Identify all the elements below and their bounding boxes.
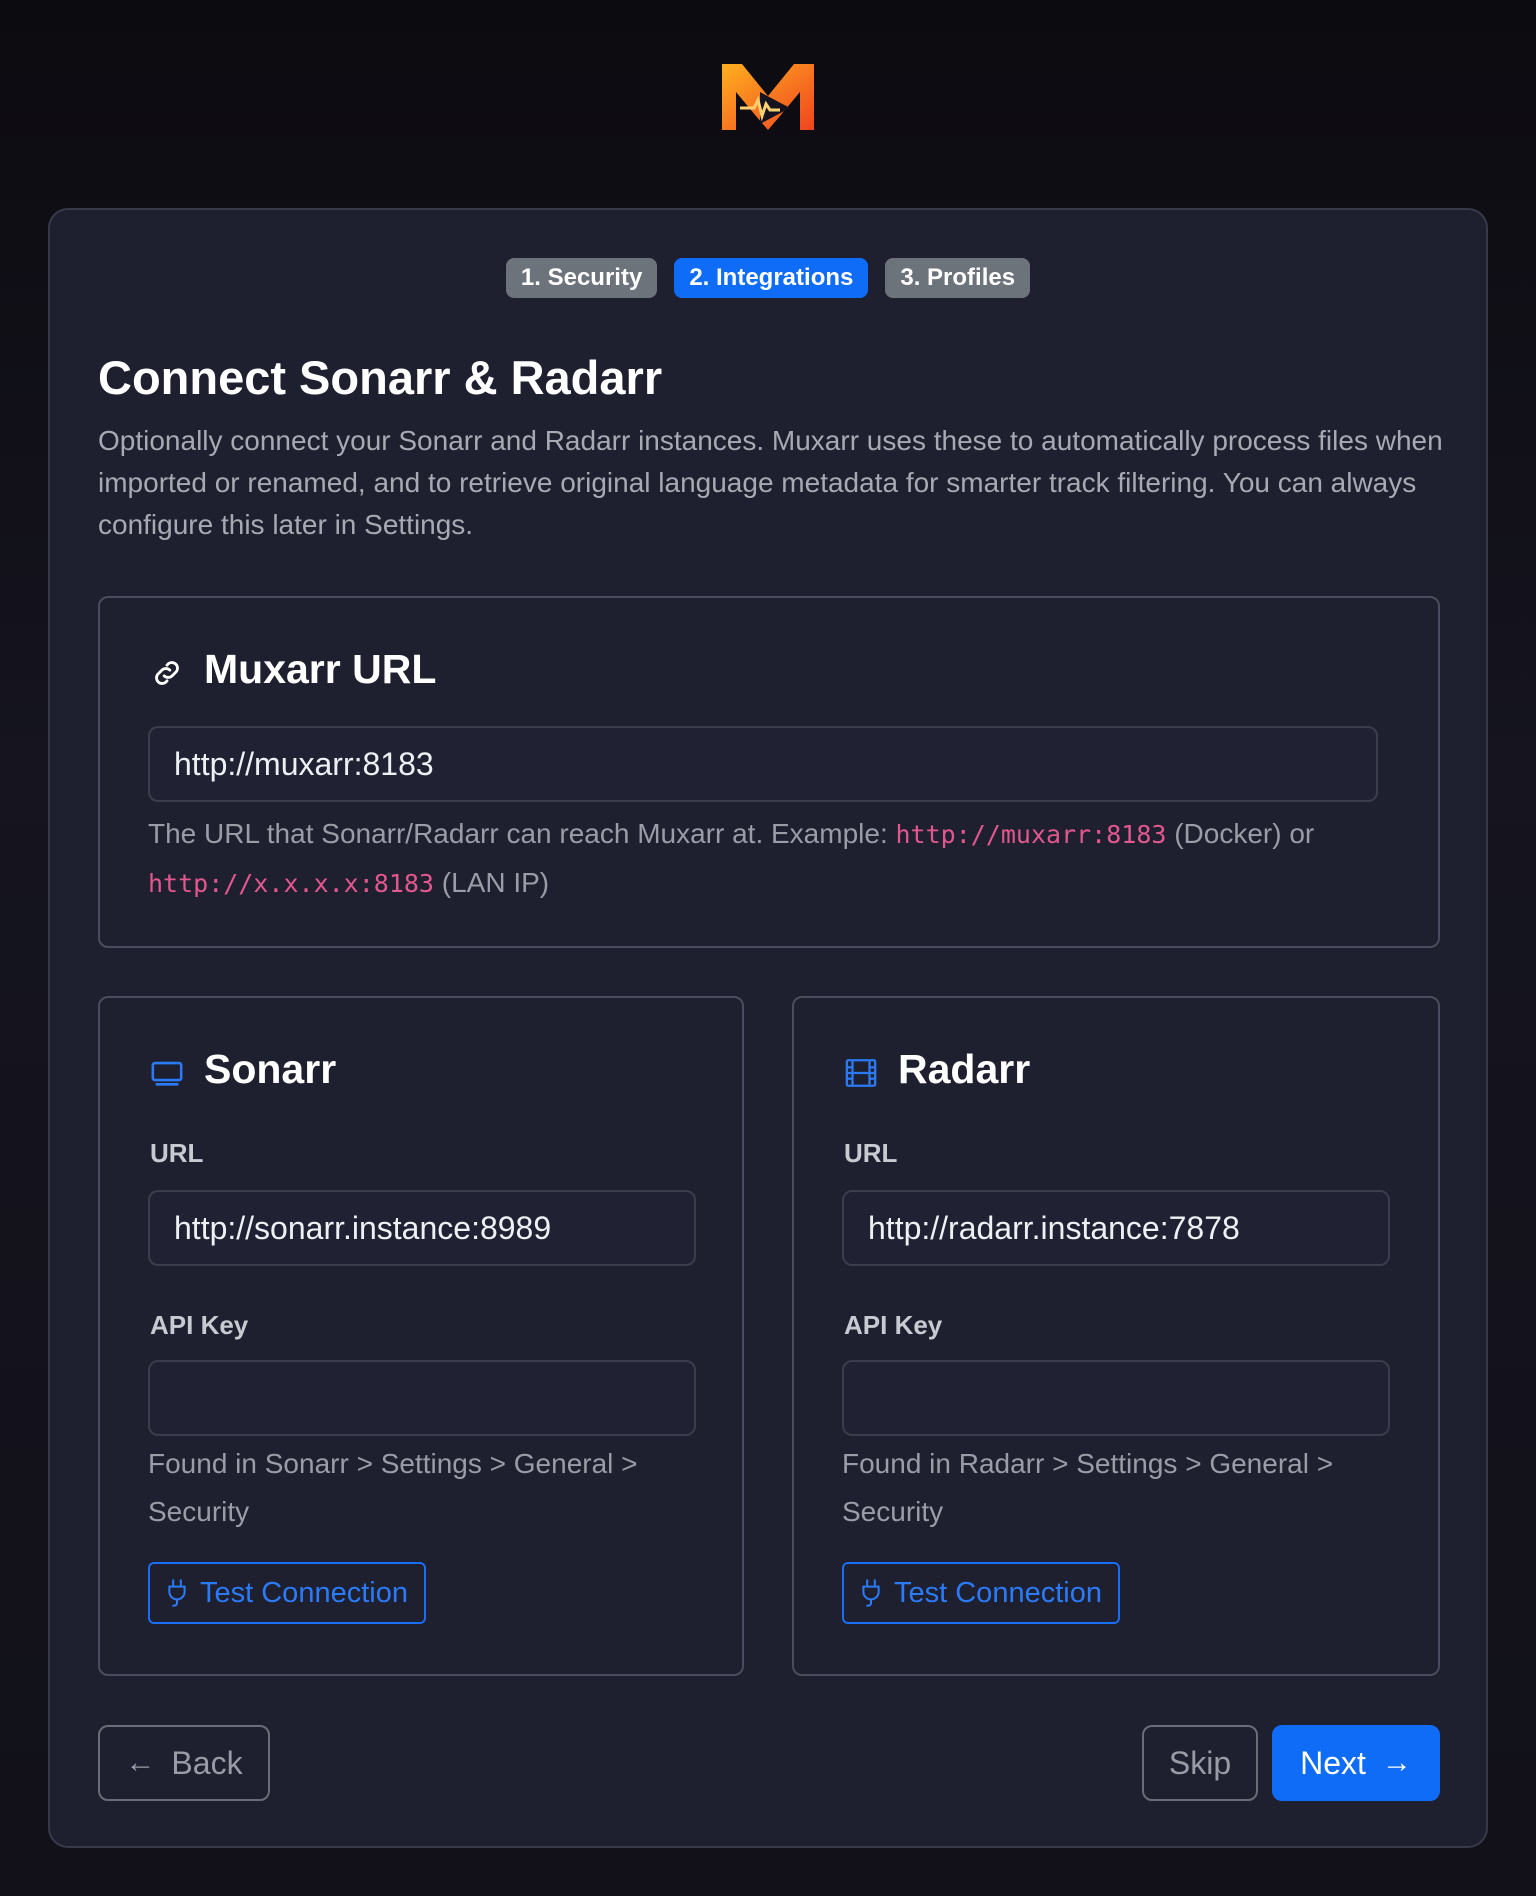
radarr-section: Radarr URL http://radarr.instance:7878 A…: [792, 996, 1440, 1676]
page-description: Optionally connect your Sonarr and Radar…: [98, 425, 1443, 540]
sonarr-heading: Sonarr: [150, 1046, 336, 1093]
plug-icon: [862, 1579, 880, 1607]
sonarr-api-key-input[interactable]: [148, 1360, 696, 1436]
next-button[interactable]: Next →: [1272, 1725, 1440, 1801]
muxarr-logo: [720, 62, 816, 132]
step-integrations[interactable]: 2. Integrations: [674, 258, 869, 298]
muxarr-url-help: The URL that Sonarr/Radarr can reach Mux…: [148, 810, 1388, 908]
skip-button[interactable]: Skip: [1142, 1725, 1258, 1801]
radarr-api-key-label: API Key: [844, 1310, 943, 1340]
step-indicator: 1. Security 2. Integrations 3. Profiles: [50, 258, 1486, 298]
step-security[interactable]: 1. Security: [505, 258, 658, 298]
tv-icon: [150, 1053, 184, 1087]
step-profiles[interactable]: 3. Profiles: [885, 258, 1031, 298]
radarr-api-key-input[interactable]: [842, 1360, 1390, 1436]
muxarr-help-mid: (Docker) or: [1166, 818, 1315, 849]
radarr-api-key-help: Found in Radarr > Settings > General > S…: [842, 1448, 1334, 1527]
next-label: Next: [1300, 1744, 1366, 1781]
sonarr-api-key-help: Found in Sonarr > Settings > General > S…: [148, 1448, 638, 1527]
muxarr-url-input[interactable]: http://muxarr:8183: [148, 726, 1378, 802]
radarr-test-label: Test Connection: [894, 1577, 1102, 1609]
muxarr-help-suffix: (LAN IP): [433, 867, 550, 898]
back-button[interactable]: ← Back: [98, 1725, 270, 1801]
sonarr-title: Sonarr: [204, 1046, 337, 1092]
muxarr-example-lan: http://x.x.x.x:8183: [148, 869, 434, 898]
radarr-test-connection-button[interactable]: Test Connection: [842, 1562, 1120, 1624]
muxarr-url-section: Muxarr URL http://muxarr:8183 The URL th…: [98, 596, 1440, 948]
muxarr-help-text: The URL that Sonarr/Radarr can reach Mux…: [148, 818, 896, 849]
sonarr-api-key-label: API Key: [150, 1310, 249, 1340]
arrow-left-icon: ←: [125, 1746, 156, 1779]
plug-icon: [168, 1579, 186, 1607]
film-icon: [844, 1053, 878, 1087]
sonarr-test-label: Test Connection: [200, 1577, 408, 1609]
page-title: Connect Sonarr & Radarr: [98, 351, 663, 404]
radarr-heading: Radarr: [844, 1046, 1030, 1093]
setup-card: 1. Security 2. Integrations 3. Profiles …: [48, 208, 1488, 1848]
back-label: Back: [171, 1744, 243, 1781]
sonarr-url-label: URL: [150, 1138, 204, 1168]
arrow-right-icon: →: [1381, 1746, 1412, 1779]
muxarr-example-docker: http://muxarr:8183: [895, 820, 1167, 849]
radarr-url-label: URL: [844, 1138, 898, 1168]
radarr-title: Radarr: [898, 1046, 1031, 1092]
radarr-url-input[interactable]: http://radarr.instance:7878: [842, 1190, 1390, 1266]
sonarr-section: Sonarr URL http://sonarr.instance:8989 A…: [98, 996, 744, 1676]
sonarr-url-input[interactable]: http://sonarr.instance:8989: [148, 1190, 696, 1266]
muxarr-url-heading: Muxarr URL: [150, 646, 436, 693]
muxarr-url-title: Muxarr URL: [204, 646, 437, 692]
sonarr-test-connection-button[interactable]: Test Connection: [148, 1562, 426, 1624]
link-icon: [150, 653, 184, 687]
